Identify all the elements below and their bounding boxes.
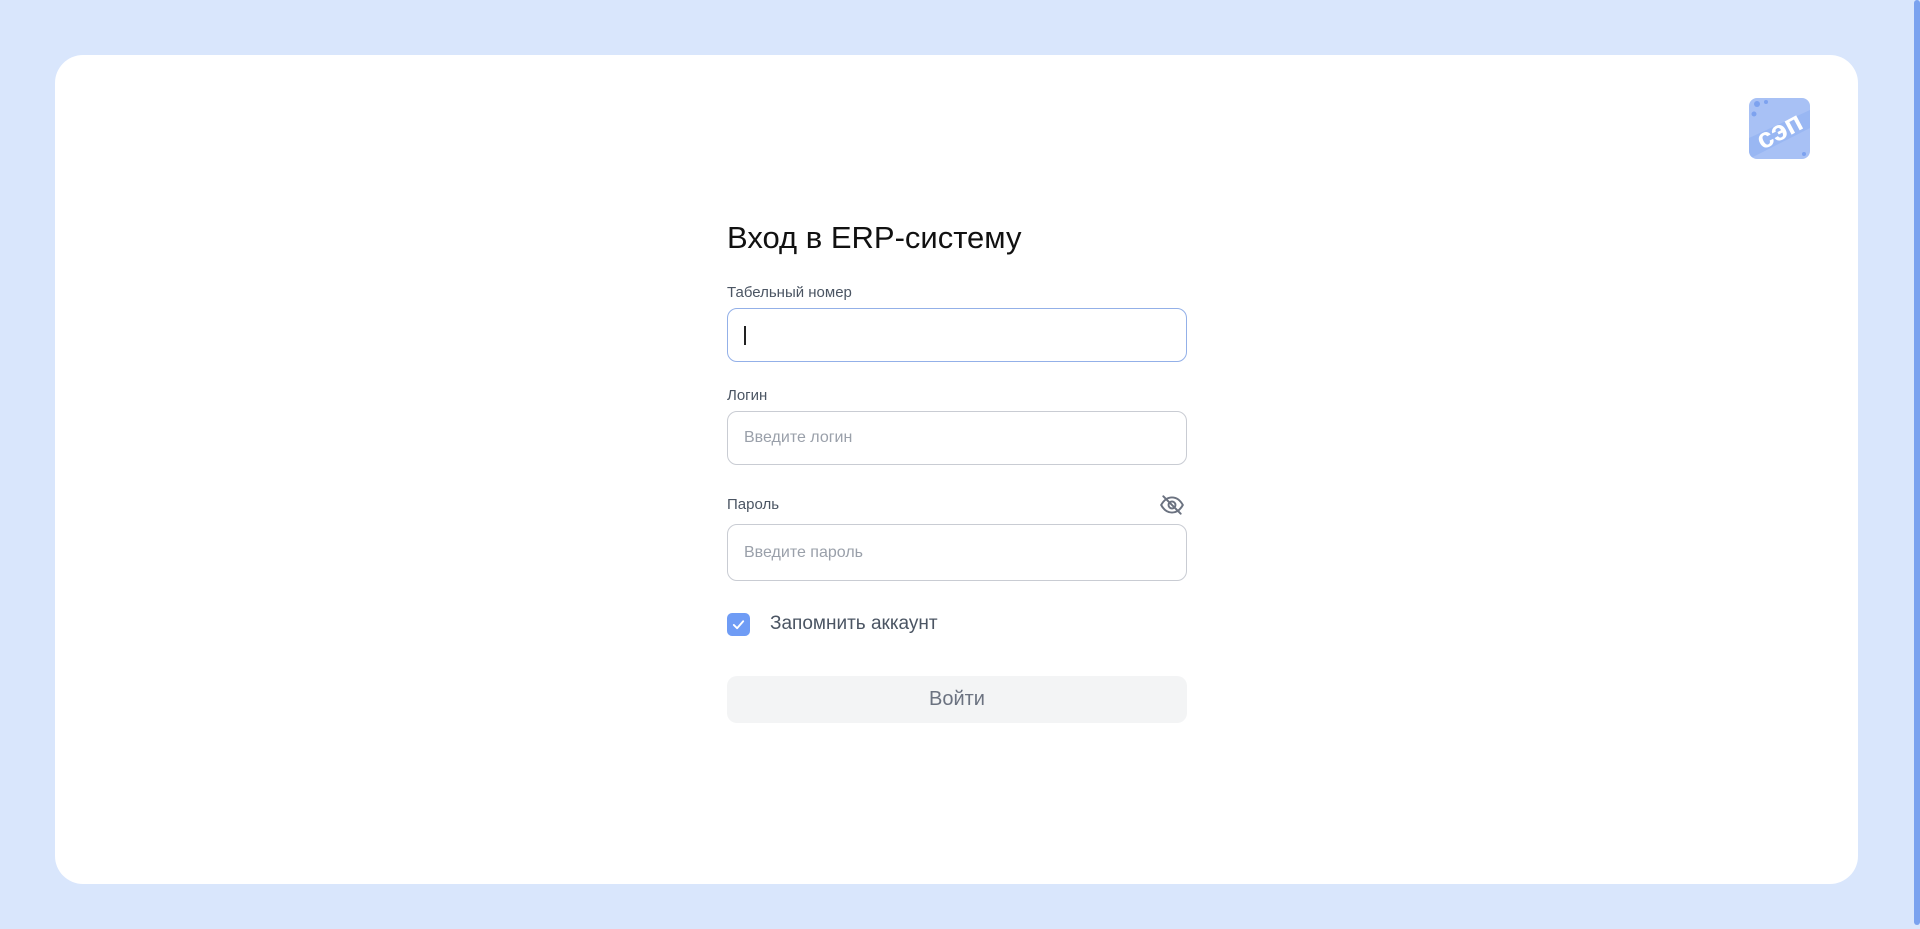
password-input[interactable]: [744, 543, 1170, 562]
tab-number-input[interactable]: [744, 326, 1170, 344]
login-input[interactable]: [744, 429, 1170, 447]
scrollbar-thumb[interactable]: [1914, 0, 1920, 925]
remember-checkbox[interactable]: [727, 612, 750, 636]
check-icon: [732, 619, 745, 629]
remember-label[interactable]: Запомнить аккаунт: [770, 613, 938, 635]
login-form: Вход в ERP-систему Табельный номер Логин…: [727, 218, 1187, 723]
company-logo: сэп: [1749, 98, 1810, 159]
scrollbar-track[interactable]: [1914, 0, 1920, 929]
password-label: Пароль: [727, 496, 780, 513]
login-button[interactable]: Войти: [727, 676, 1187, 723]
page-title: Вход в ERP-систему: [727, 220, 1022, 255]
logo-icon: сэп: [1749, 98, 1810, 159]
eye-off-icon[interactable]: [1159, 492, 1185, 518]
password-field[interactable]: [727, 524, 1187, 581]
password-label-row: Пароль: [727, 495, 1187, 515]
login-field[interactable]: [727, 411, 1187, 465]
tab-number-field[interactable]: [727, 308, 1187, 362]
tab-number-label: Табельный номер: [727, 284, 852, 301]
remember-row: Запомнить аккаунт: [727, 612, 1187, 636]
login-label: Логин: [727, 387, 768, 404]
